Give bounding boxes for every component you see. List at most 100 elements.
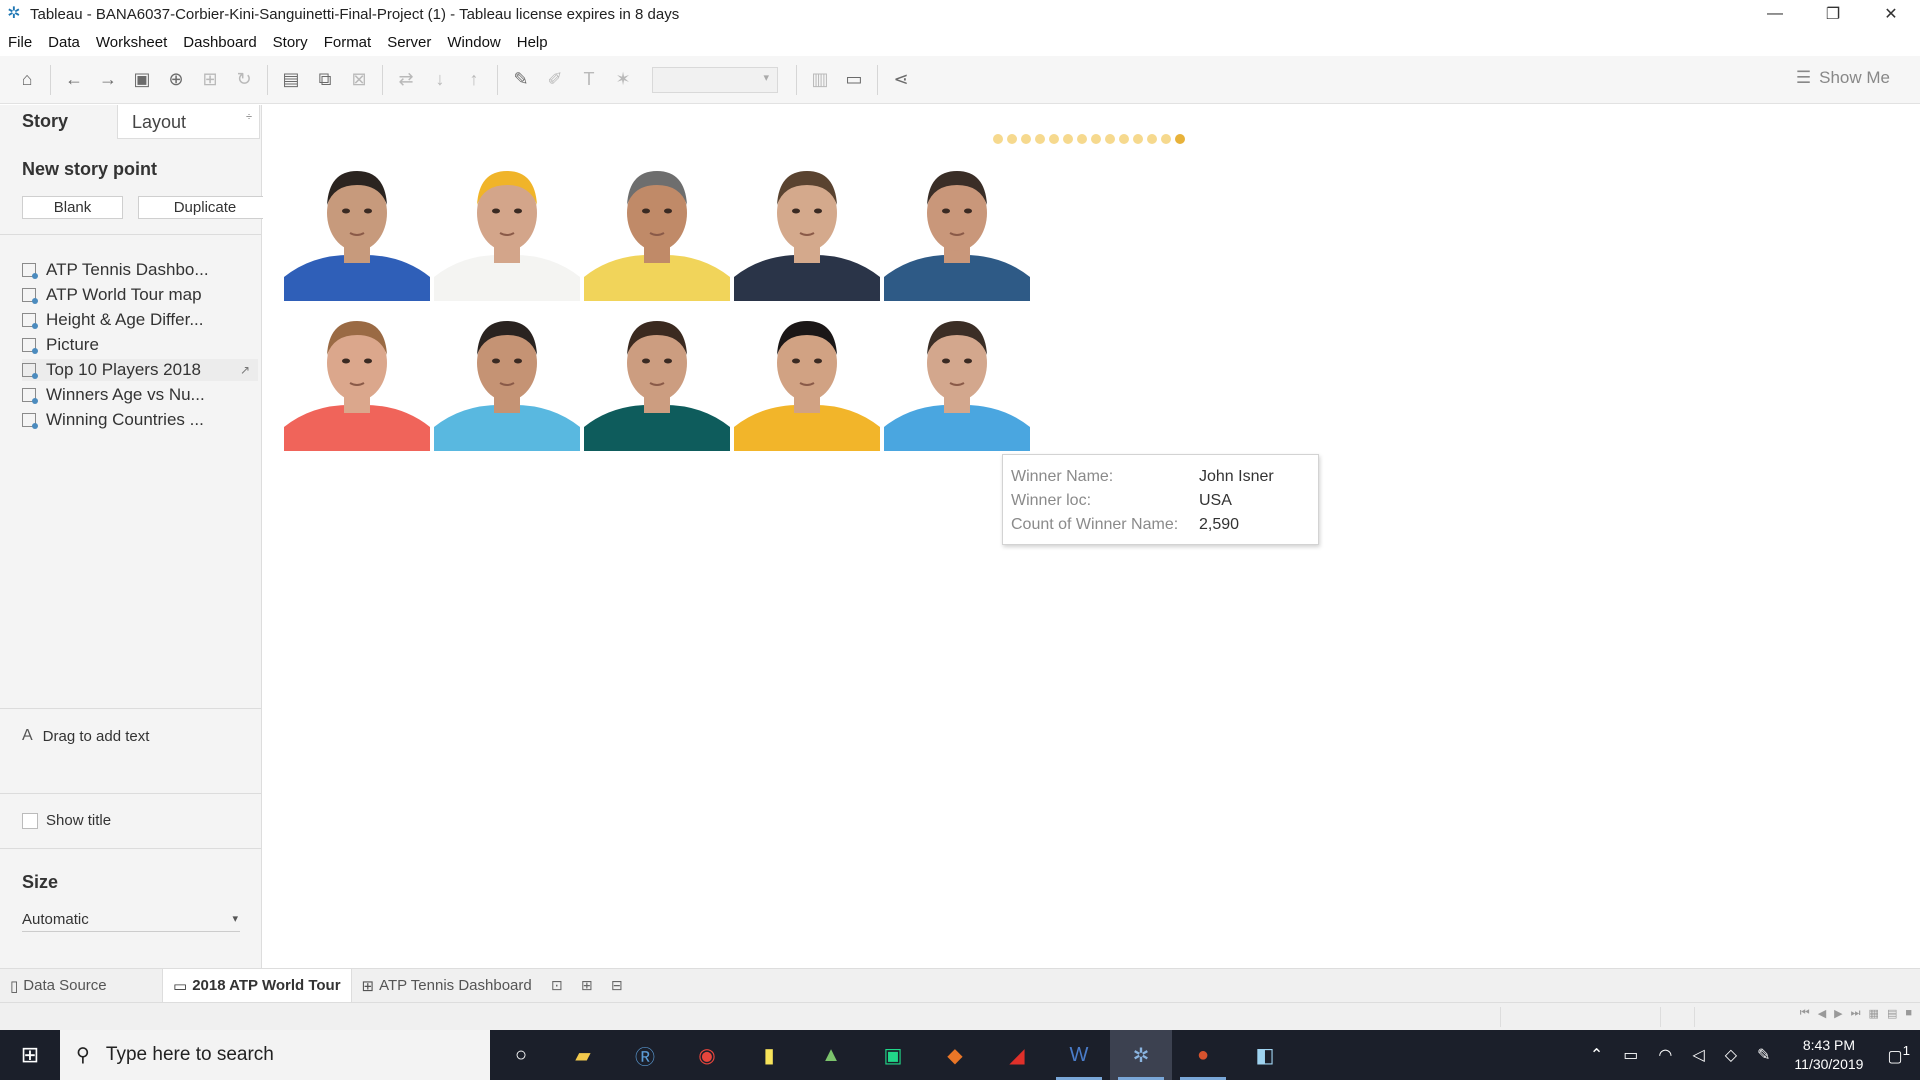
blank-button[interactable]: Blank [22,196,123,219]
story-point-dot[interactable] [1091,134,1101,144]
show-title-checkbox[interactable]: Show title [22,812,111,829]
tab-data-source[interactable]: ▯ Data Source [0,969,162,1003]
duplicate-sheet-icon[interactable]: ⧉ [308,63,342,97]
last-sheet-icon[interactable]: ⏭ [1851,1007,1861,1020]
menu-help[interactable]: Help [509,34,556,51]
show-cards-icon[interactable]: ▥ [803,63,837,97]
tab-story[interactable]: Story [0,105,117,139]
sheet-item[interactable]: Height & Age Differ... [22,309,258,331]
next-sheet-icon[interactable]: ▶ [1834,1007,1842,1020]
redo-icon[interactable]: → [91,63,125,97]
tableau-icon[interactable]: ✲ [1110,1030,1172,1080]
story-point-dot[interactable] [1021,134,1031,144]
tab-dashboard[interactable]: ⊞ ATP Tennis Dashboard [352,969,542,1003]
word-icon[interactable]: W [1048,1030,1110,1080]
add-data-source-icon[interactable]: ⊕ [159,63,193,97]
tab-layout[interactable]: Layout [117,105,260,139]
story-point-dot[interactable] [1147,134,1157,144]
player-photo[interactable] [884,155,1030,301]
story-point-dot[interactable] [1175,134,1185,144]
pin-icon[interactable]: ✶ [606,63,640,97]
undo-icon[interactable]: ← [57,63,91,97]
save-icon[interactable]: ▣ [125,63,159,97]
sheet-item[interactable]: ATP Tennis Dashbo... [22,259,258,281]
pen-icon[interactable]: ✎ [1747,1045,1780,1065]
sheet-item-active[interactable]: Top 10 Players 2018 ↗ [22,359,258,381]
player-photo[interactable] [734,305,880,451]
story-point-dot[interactable] [1035,134,1045,144]
drag-to-add-text[interactable]: A Drag to add text [22,727,149,745]
tabs-view-icon[interactable]: ■ [1905,1007,1912,1020]
taskbar-search[interactable]: ⚲ Type here to search [60,1030,490,1080]
player-photo[interactable] [884,305,1030,451]
dropbox-icon[interactable]: ◇ [1715,1045,1747,1065]
other-app-icon[interactable]: ◧ [1234,1030,1296,1080]
volume-icon[interactable]: ◁ [1682,1045,1714,1065]
acrobat-icon[interactable]: ◢ [986,1030,1048,1080]
story-point-dot[interactable] [1049,134,1059,144]
story-point-dot[interactable] [1119,134,1129,144]
player-photo[interactable] [284,305,430,451]
sticky-notes-icon[interactable]: ▮ [738,1030,800,1080]
player-photo[interactable] [734,155,880,301]
menu-server[interactable]: Server [379,34,439,51]
new-story-icon[interactable]: ⊟ [602,969,632,1003]
sort-ascending-icon[interactable]: ↓ [423,63,457,97]
story-point-dot[interactable] [1077,134,1087,144]
new-worksheet-icon[interactable]: ▤ [274,63,308,97]
size-dropdown[interactable]: Automatic [22,908,240,932]
cortana-icon[interactable]: ○ [490,1030,552,1080]
battery-icon[interactable]: ▭ [1613,1045,1648,1065]
player-photo[interactable] [584,305,730,451]
menu-format[interactable]: Format [316,34,380,51]
powerpoint-icon[interactable]: ● [1172,1030,1234,1080]
share-icon[interactable]: ⋖ [884,63,918,97]
chrome-icon[interactable]: ◉ [676,1030,738,1080]
photos-icon[interactable]: ▲ [800,1030,862,1080]
sheet-item[interactable]: Picture [22,334,258,356]
notifications-icon[interactable]: ▢1 [1877,1043,1920,1066]
windows-start-icon[interactable]: ⊞ [0,1030,60,1080]
menu-window[interactable]: Window [439,34,508,51]
clear-sheet-icon[interactable]: ⊠ [342,63,376,97]
player-photo[interactable] [434,155,580,301]
tableau-prep-icon[interactable]: ◆ [924,1030,986,1080]
highlight-icon[interactable]: ✎ [504,63,538,97]
menu-file[interactable]: File [0,34,40,51]
tab-story-active[interactable]: ▭ 2018 ATP World Tour [162,968,352,1003]
restore-button[interactable]: ❐ [1804,0,1862,28]
minimize-button[interactable]: — [1746,0,1804,28]
home-icon[interactable]: ⌂ [10,63,44,97]
story-point-dot[interactable] [1007,134,1017,144]
show-me-button[interactable]: ☰ Show Me [1796,68,1890,88]
menu-worksheet[interactable]: Worksheet [88,34,175,51]
sheet-sorter-icon[interactable]: ▦ [1869,1007,1879,1020]
menu-data[interactable]: Data [40,34,88,51]
prev-sheet-icon[interactable]: ◀ [1818,1007,1826,1020]
go-to-sheet-icon[interactable]: ↗ [240,363,250,377]
wifi-icon[interactable]: ◠ [1648,1045,1682,1065]
new-dashboard-icon[interactable]: ⊞ [572,969,602,1003]
close-button[interactable]: ✕ [1862,0,1920,28]
player-photo[interactable] [434,305,580,451]
story-point-dot[interactable] [1063,134,1073,144]
pause-updates-icon[interactable]: ⊞ [193,63,227,97]
labels-icon[interactable]: T [572,63,606,97]
story-point-dot[interactable] [1161,134,1171,144]
player-photo[interactable] [584,155,730,301]
r-icon[interactable]: Ⓡ [614,1030,676,1080]
menu-dashboard[interactable]: Dashboard [175,34,264,51]
first-sheet-icon[interactable]: ⏮ [1800,1007,1810,1020]
filmstrip-icon[interactable]: ▤ [1887,1007,1897,1020]
clock[interactable]: 8:43 PM 11/30/2019 [1780,1036,1877,1074]
presentation-mode-icon[interactable]: ▭ [837,63,871,97]
story-point-dot[interactable] [1105,134,1115,144]
duplicate-button[interactable]: Duplicate [138,196,272,219]
sheet-item[interactable]: Winning Countries ... [22,409,258,431]
story-point-dot[interactable] [1133,134,1143,144]
pycharm-icon[interactable]: ▣ [862,1030,924,1080]
sheet-item[interactable]: ATP World Tour map [22,284,258,306]
refresh-icon[interactable]: ↻ [227,63,261,97]
new-worksheet-icon[interactable]: ⊡ [542,969,572,1003]
show-hidden-icons[interactable]: ⌃ [1580,1045,1613,1065]
